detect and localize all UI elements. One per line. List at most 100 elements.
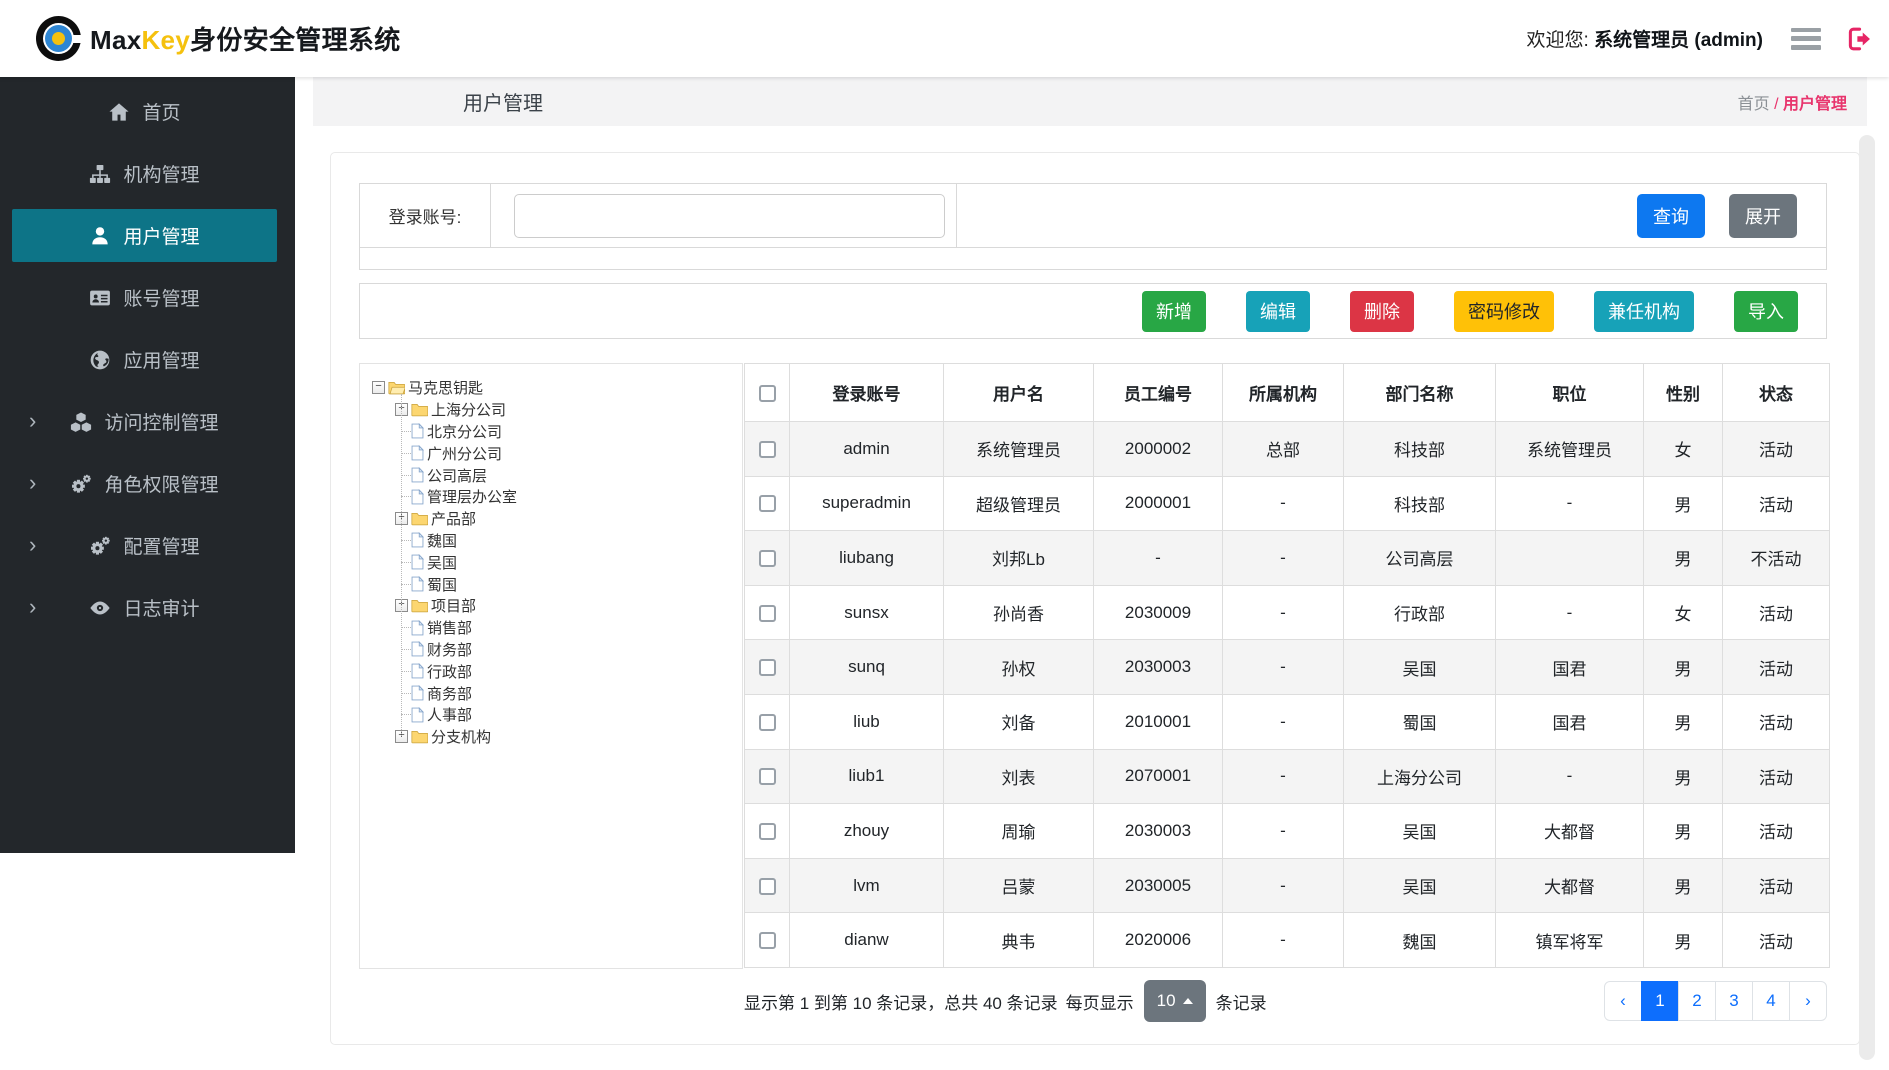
tree-node[interactable]: +产品部 — [395, 508, 736, 530]
tree-node[interactable]: 销售部 — [401, 617, 736, 639]
expand-toggle-icon[interactable]: + — [395, 403, 408, 416]
tree-node[interactable]: 人事部 — [401, 704, 736, 726]
page-next[interactable]: › — [1789, 981, 1827, 1021]
sidebar-item-org[interactable]: 机构管理 — [12, 147, 277, 200]
table-row[interactable]: liub1刘表2070001-上海分公司-男活动 — [745, 749, 1830, 804]
welcome-text: 欢迎您: 系统管理员 (admin) — [1527, 25, 1763, 52]
tree-node-label: 项目部 — [431, 595, 476, 616]
expand-button[interactable]: 展开 — [1729, 194, 1797, 238]
tree-node[interactable]: 商务部 — [401, 682, 736, 704]
table-cell: 活动 — [1723, 804, 1830, 859]
sidebar-item-access[interactable]: ›访问控制管理 — [12, 395, 277, 448]
sidebar-item-app[interactable]: 应用管理 — [12, 333, 277, 386]
add-button[interactable]: 新增 — [1142, 291, 1206, 332]
row-checkbox[interactable] — [759, 714, 776, 731]
table-row[interactable]: sunsx孙尚香2030009-行政部-女活动 — [745, 585, 1830, 640]
row-checkbox[interactable] — [759, 441, 776, 458]
sidebar-item-config[interactable]: ›配置管理 — [12, 519, 277, 572]
table-cell: 男 — [1644, 694, 1723, 749]
tree-node[interactable]: 行政部 — [401, 660, 736, 682]
menu-icon[interactable] — [1791, 28, 1821, 50]
page-3[interactable]: 3 — [1715, 981, 1753, 1021]
sidebar-item-audit[interactable]: ›日志审计 — [12, 581, 277, 634]
sidebar-item-home[interactable]: 首页 — [12, 85, 277, 138]
delete-button[interactable]: 删除 — [1350, 291, 1414, 332]
table-cell: 吕蒙 — [944, 858, 1094, 913]
page-prev[interactable]: ‹ — [1604, 981, 1642, 1021]
id-card-icon — [89, 287, 111, 309]
tree-node[interactable]: 财务部 — [401, 639, 736, 661]
tree-node[interactable]: 管理层办公室 — [401, 486, 736, 508]
expand-toggle-icon[interactable]: + — [395, 512, 408, 525]
table-body: admin系统管理员2000002总部科技部系统管理员女活动superadmin… — [745, 422, 1830, 968]
tree-node[interactable]: 公司高层 — [401, 464, 736, 486]
per-page-control: 每页显示 10 条记录 — [1066, 980, 1267, 1022]
row-checkbox[interactable] — [759, 932, 776, 949]
table-row[interactable]: admin系统管理员2000002总部科技部系统管理员女活动 — [745, 422, 1830, 477]
row-checkbox[interactable] — [759, 823, 776, 840]
tree-node[interactable]: 广州分公司 — [401, 442, 736, 464]
logout-icon[interactable] — [1845, 25, 1873, 53]
tree-node[interactable]: 魏国 — [401, 530, 736, 552]
collapse-toggle-icon[interactable]: − — [372, 381, 385, 394]
table-row[interactable]: zhouy周瑜2030003-吴国大都督男活动 — [745, 804, 1830, 859]
table-cell: - — [1496, 749, 1644, 804]
table-row[interactable]: dianw典韦2020006-魏国镇军将军男活动 — [745, 913, 1830, 968]
table-cell: lvm — [790, 858, 944, 913]
pagination: ‹1234› — [1604, 981, 1827, 1021]
table-row[interactable]: superadmin超级管理员2000001-科技部-男活动 — [745, 476, 1830, 531]
table-cell: 超级管理员 — [944, 476, 1094, 531]
tree-node[interactable]: 北京分公司 — [401, 421, 736, 443]
table-cell: 2030005 — [1094, 858, 1223, 913]
table-cell: 男 — [1644, 640, 1723, 695]
table-cell: 2030003 — [1094, 804, 1223, 859]
tree-node[interactable]: +分支机构 — [395, 726, 736, 748]
action-toolbar: 新增编辑删除密码修改兼任机构导入 — [359, 283, 1827, 339]
tree-node[interactable]: +上海分公司 — [395, 399, 736, 421]
query-button[interactable]: 查询 — [1637, 194, 1705, 238]
row-checkbox[interactable] — [759, 659, 776, 676]
adjunct-org-button[interactable]: 兼任机构 — [1594, 291, 1694, 332]
table-cell: - — [1223, 858, 1344, 913]
file-icon — [411, 423, 424, 439]
sidebar-item-user[interactable]: 用户管理 — [12, 209, 277, 262]
edit-button[interactable]: 编辑 — [1246, 291, 1310, 332]
expand-toggle-icon[interactable]: + — [395, 730, 408, 743]
per-page-dropdown[interactable]: 10 — [1144, 980, 1206, 1022]
sidebar-item-account[interactable]: 账号管理 — [12, 271, 277, 324]
tree-connector — [401, 693, 411, 694]
table-cell: 活动 — [1723, 913, 1830, 968]
file-icon — [411, 576, 424, 592]
table-cell: 上海分公司 — [1344, 749, 1496, 804]
table-cell: - — [1223, 694, 1344, 749]
row-checkbox[interactable] — [759, 878, 776, 895]
tree-node[interactable]: 吴国 — [401, 551, 736, 573]
sidebar-item-role[interactable]: ›角色权限管理 — [12, 457, 277, 510]
table-row[interactable]: liub刘备2010001-蜀国国君男活动 — [745, 694, 1830, 749]
tree-node[interactable]: + 项目部 — [395, 595, 736, 617]
expand-toggle-icon[interactable]: + — [395, 599, 408, 612]
page-1[interactable]: 1 — [1641, 981, 1679, 1021]
row-select-cell — [745, 422, 790, 477]
import-button[interactable]: 导入 — [1734, 291, 1798, 332]
breadcrumb-home[interactable]: 首页 — [1738, 96, 1770, 113]
tree-children: +上海分公司北京分公司广州分公司公司高层管理层办公室+产品部魏国吴国蜀国 + 项目部… — [372, 399, 736, 748]
table-row[interactable]: sunq孙权2030003-吴国国君男活动 — [745, 640, 1830, 695]
page-4[interactable]: 4 — [1752, 981, 1790, 1021]
page-2[interactable]: 2 — [1678, 981, 1716, 1021]
table-row[interactable]: liubang刘邦Lb--公司高层男不活动 — [745, 531, 1830, 586]
row-checkbox[interactable] — [759, 768, 776, 785]
scrollbar[interactable] — [1859, 135, 1875, 1060]
page-header-bar: 用户管理 首页 / 用户管理 — [313, 77, 1867, 126]
change-password-button[interactable]: 密码修改 — [1454, 291, 1554, 332]
tree-node[interactable]: −马克思钥匙 — [372, 377, 736, 399]
tree-node[interactable]: 蜀国 — [401, 573, 736, 595]
login-account-input[interactable] — [514, 194, 945, 238]
row-checkbox[interactable] — [759, 605, 776, 622]
table-row[interactable]: lvm吕蒙2030005-吴国大都督男活动 — [745, 858, 1830, 913]
sidebar: 首页机构管理用户管理账号管理应用管理 ›访问控制管理 ›角色权限管理 ›配置管理 ›日志… — [0, 77, 295, 853]
row-checkbox[interactable] — [759, 550, 776, 567]
sidebar-item-label: 用户管理 — [123, 222, 199, 249]
select-all-checkbox[interactable] — [759, 385, 776, 402]
row-checkbox[interactable] — [759, 495, 776, 512]
